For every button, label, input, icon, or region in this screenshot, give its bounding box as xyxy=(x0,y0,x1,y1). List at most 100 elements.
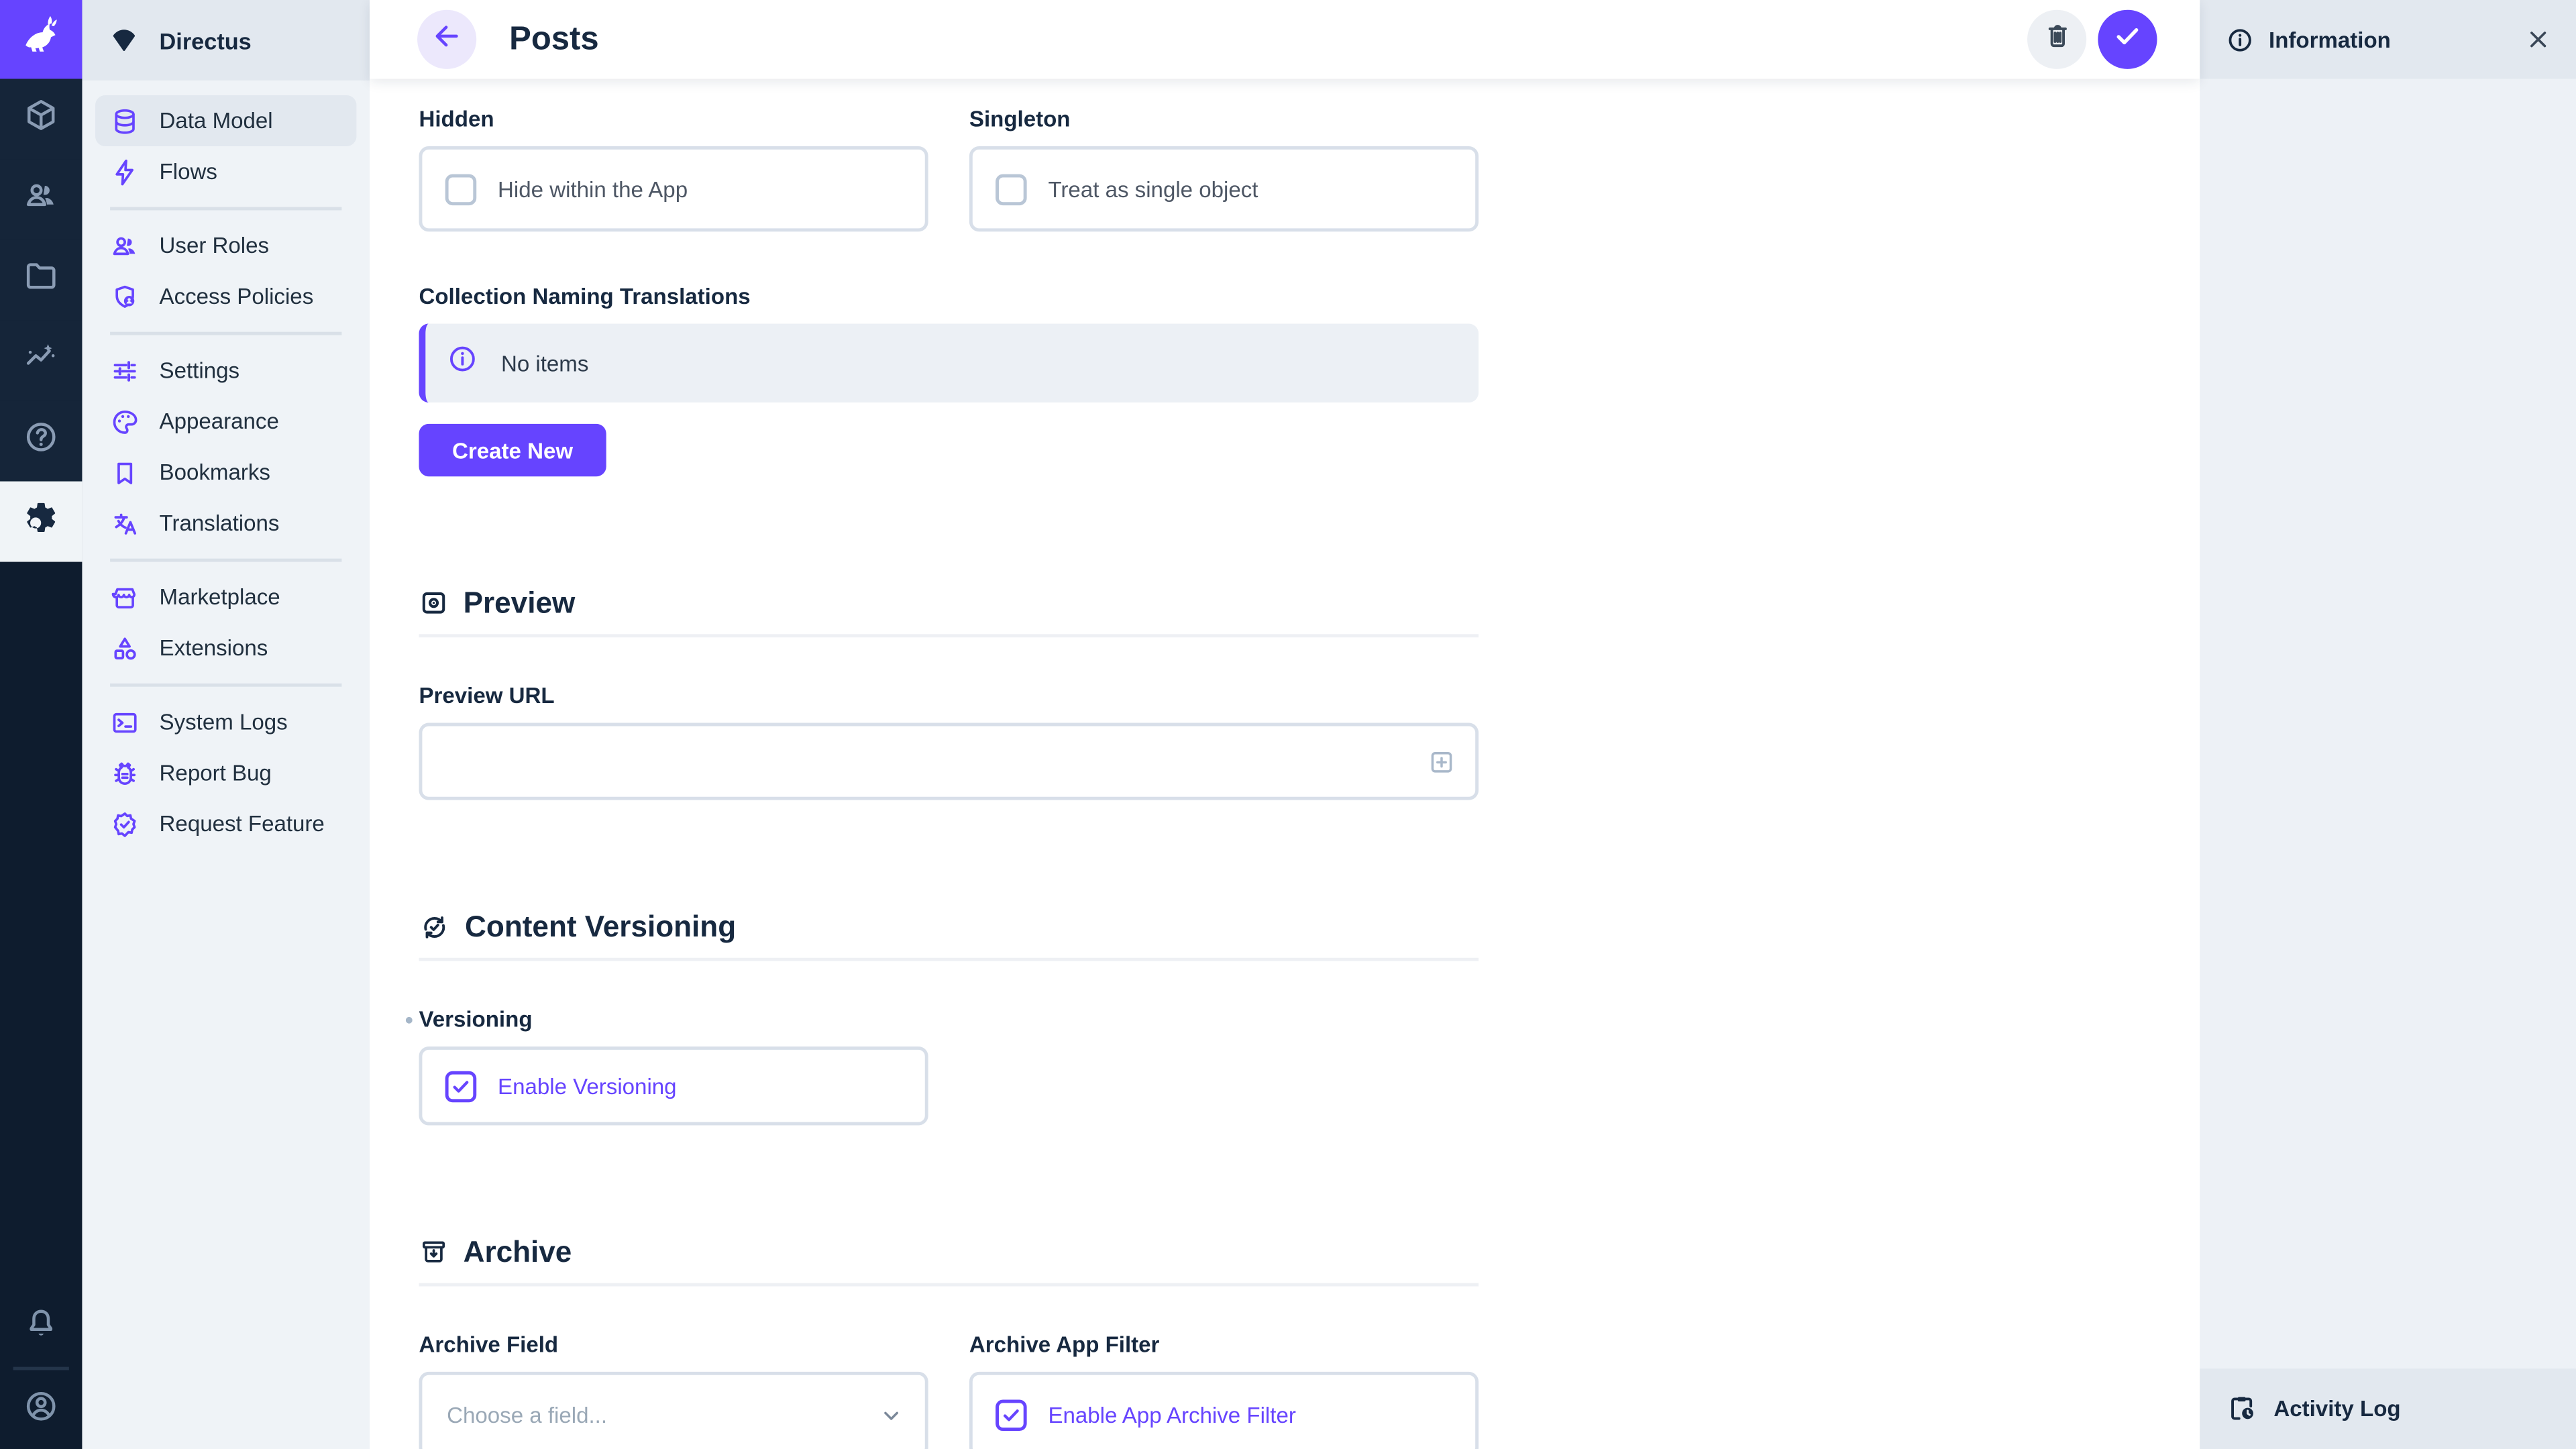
help-icon xyxy=(23,419,59,463)
no-items-notice: No items xyxy=(419,323,1479,402)
sidebar-item-settings[interactable]: Settings xyxy=(95,345,356,396)
archive-app-filter-checkbox[interactable] xyxy=(996,1399,1027,1430)
archive-app-filter-field[interactable]: Enable App Archive Filter xyxy=(969,1372,1479,1449)
singleton-checkbox[interactable] xyxy=(996,173,1027,205)
info-panel-title: Information xyxy=(2269,27,2391,52)
sidebar-item-report-bug[interactable]: Report Bug xyxy=(95,747,356,798)
add-variable-icon[interactable] xyxy=(1426,746,1458,777)
sidebar-item-extensions[interactable]: Extensions xyxy=(95,623,356,674)
singleton-field-label: Singleton xyxy=(969,107,1479,133)
project-header[interactable]: Directus xyxy=(82,0,370,80)
info-panel: Information Activity Log xyxy=(2200,0,2576,1449)
notifications-button[interactable] xyxy=(0,1288,82,1367)
sidebar-divider xyxy=(110,684,341,687)
create-new-button[interactable]: Create New xyxy=(419,424,606,476)
hidden-field-label: Hidden xyxy=(419,107,928,133)
app-window: Directus Data Model Flows User Rol xyxy=(0,0,2576,1449)
enable-versioning-checkbox[interactable] xyxy=(445,1071,477,1102)
sidebar-item-label: Report Bug xyxy=(160,761,272,786)
preview-url-label: Preview URL xyxy=(419,684,1479,710)
versioning-field-label: Versioning xyxy=(419,1007,1479,1033)
main-area: Posts Hidden Hide within the App xyxy=(370,0,2200,1449)
delete-button[interactable] xyxy=(2027,10,2086,69)
enable-versioning-field[interactable]: Enable Versioning xyxy=(419,1046,928,1126)
back-button[interactable] xyxy=(417,10,476,69)
module-users[interactable] xyxy=(0,160,82,240)
sidebar-item-label: Flows xyxy=(160,160,217,184)
sidebar-divider xyxy=(110,559,341,562)
palette-icon xyxy=(110,407,140,436)
save-button[interactable] xyxy=(2098,10,2157,69)
close-icon[interactable] xyxy=(2525,26,2551,52)
module-insights[interactable] xyxy=(0,321,82,401)
activity-log-button[interactable]: Activity Log xyxy=(2200,1368,2576,1449)
sidebar-divider xyxy=(110,207,341,211)
project-fan-icon xyxy=(109,25,140,56)
module-content[interactable] xyxy=(0,79,82,160)
archive-field-placeholder: Choose a field... xyxy=(447,1402,607,1427)
terminal-icon xyxy=(110,707,140,737)
translate-icon xyxy=(110,508,140,538)
naming-translations-label: Collection Naming Translations xyxy=(419,284,2150,311)
module-settings[interactable] xyxy=(0,482,82,562)
activity-log-label: Activity Log xyxy=(2273,1397,2400,1421)
user-avatar-button[interactable] xyxy=(0,1370,82,1449)
content-versioning-title: Content Versioning xyxy=(465,908,736,945)
preview-url-input[interactable] xyxy=(419,723,1479,800)
project-name: Directus xyxy=(160,27,252,53)
sidebar-item-data-model[interactable]: Data Model xyxy=(95,95,356,146)
sidebar-item-label: Bookmarks xyxy=(160,460,270,485)
cube-icon xyxy=(23,97,59,141)
sidebar-item-marketplace[interactable]: Marketplace xyxy=(95,572,356,623)
hidden-checkbox[interactable] xyxy=(445,173,477,205)
folder-icon xyxy=(23,258,59,302)
sidebar-nav: Data Model Flows User Roles Access Pol xyxy=(82,80,370,864)
gear-icon xyxy=(23,499,59,543)
sidebar-divider xyxy=(110,332,341,335)
sidebar-item-label: Translations xyxy=(160,511,280,536)
trash-icon xyxy=(2041,19,2073,59)
archive-field-label: Archive Field xyxy=(419,1332,928,1358)
sidebar-item-label: User Roles xyxy=(160,233,270,258)
insights-icon xyxy=(23,338,59,382)
page-header: Posts xyxy=(370,0,2200,79)
bookmark-icon xyxy=(110,458,140,487)
archive-icon xyxy=(419,1237,448,1267)
account-circle-icon xyxy=(23,1387,59,1432)
no-items-text: No items xyxy=(501,351,588,376)
info-panel-header: Information xyxy=(2200,0,2576,79)
sidebar-item-appearance[interactable]: Appearance xyxy=(95,396,356,447)
info-icon xyxy=(2226,25,2254,54)
hidden-checkbox-field[interactable]: Hide within the App xyxy=(419,146,928,231)
check-icon xyxy=(2111,19,2144,60)
bell-icon xyxy=(23,1305,59,1350)
archive-section: Archive Archive Field Choose a field... xyxy=(419,1234,1479,1449)
archive-section-title: Archive xyxy=(464,1234,572,1270)
sidebar-item-request-feature[interactable]: Request Feature xyxy=(95,798,356,849)
sidebar-item-system-logs[interactable]: System Logs xyxy=(95,696,356,747)
section-divider xyxy=(419,634,1479,637)
shield-person-icon xyxy=(110,282,140,311)
sidebar-item-user-roles[interactable]: User Roles xyxy=(95,220,356,271)
sidebar-item-label: Settings xyxy=(160,358,239,383)
sidebar-item-flows[interactable]: Flows xyxy=(95,146,356,197)
module-bar xyxy=(0,0,82,1449)
sidebar-item-label: Appearance xyxy=(160,409,279,434)
sidebar-item-translations[interactable]: Translations xyxy=(95,498,356,549)
singleton-checkbox-field[interactable]: Treat as single object xyxy=(969,146,1479,231)
bug-icon xyxy=(110,758,140,788)
preview-icon xyxy=(419,588,448,618)
module-files[interactable] xyxy=(0,240,82,321)
sidebar-item-access-policies[interactable]: Access Policies xyxy=(95,271,356,322)
sidebar-item-label: Access Policies xyxy=(160,284,314,309)
info-panel-body xyxy=(2200,79,2576,1368)
section-divider xyxy=(419,958,1479,961)
bolt-icon xyxy=(110,157,140,186)
module-help[interactable] xyxy=(0,401,82,482)
tune-icon xyxy=(110,356,140,385)
sidebar-item-label: Request Feature xyxy=(160,812,325,837)
settings-form: Hidden Hide within the App Singleton Tre… xyxy=(370,79,2200,1449)
directus-logo[interactable] xyxy=(0,0,82,79)
sidebar-item-bookmarks[interactable]: Bookmarks xyxy=(95,447,356,498)
archive-field-select[interactable]: Choose a field... xyxy=(419,1372,928,1449)
